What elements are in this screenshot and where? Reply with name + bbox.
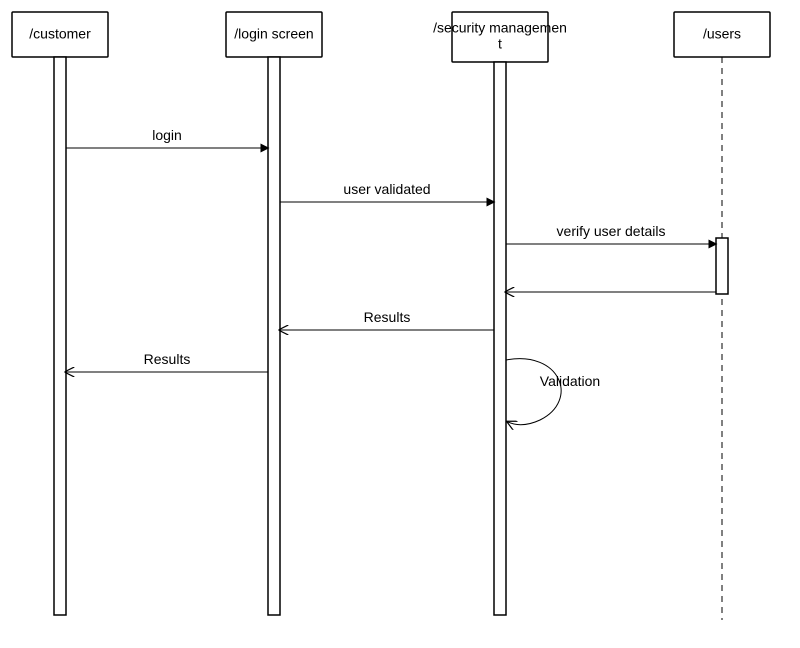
lifeline-customer: /customer [12,12,108,57]
message-validation-self-label: Validation [540,373,600,389]
message-results-to-customer-label: Results [144,351,191,367]
message-results-to-login-label: Results [364,309,411,325]
message-user-validated-label: user validated [343,181,430,197]
activation-login-screen [268,57,280,615]
activation-customer [54,57,66,615]
message-validation-self: Validation [506,359,600,425]
lifeline-login-screen: /login screen [226,12,322,57]
message-user-validated: user validated [280,181,494,202]
lifeline-login-screen-label: /login screen [234,26,313,42]
lifeline-security-management-label: /security managemen [433,20,567,36]
lifeline-users: /users [674,12,770,57]
lifeline-users-label: /users [703,26,741,42]
activation-users [716,238,728,294]
message-login-label: login [152,127,182,143]
lifeline-security-management: /security managemen t [433,12,567,62]
message-results-to-customer: Results [66,351,268,372]
message-verify-user-details-label: verify user details [557,223,666,239]
lifeline-security-management-label2: t [498,36,502,52]
activation-security-management [494,62,506,615]
message-login: login [66,127,268,148]
lifeline-customer-label: /customer [29,26,91,42]
message-results-to-login: Results [280,309,494,330]
message-verify-user-details: verify user details [506,223,716,244]
